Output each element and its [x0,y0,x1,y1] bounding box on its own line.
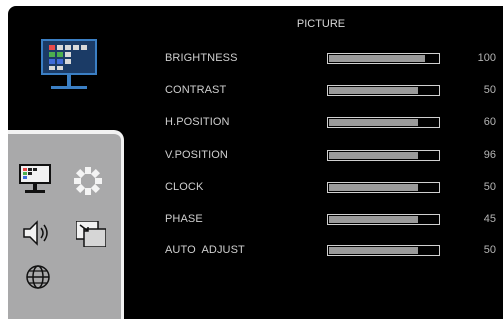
clock-level-fill [329,184,419,191]
clock-value: 50 [483,181,496,193]
label-brightness: BRIGHTNESS [165,52,238,64]
input-source-icon[interactable] [76,221,106,247]
v-position-value: 96 [483,149,496,161]
contrast-slider[interactable] [327,85,440,96]
language-globe-icon[interactable] [25,264,51,290]
label-auto-adjust: AUTO ADJUST [165,244,245,256]
osd-window: PICTURE BRIGHTNESS 100 CONTRAST 50 H.POS… [0,0,503,319]
menu-title: PICTURE [296,18,346,30]
brightness-value: 100 [477,52,496,64]
clock-slider[interactable] [327,182,440,193]
auto-adjust-value: 50 [483,244,496,256]
picture-icon[interactable] [19,164,51,194]
brightness-slider[interactable] [327,53,440,64]
auto-adjust-slider[interactable] [327,245,440,256]
v-position-level-fill [329,152,419,159]
label-h-position: H.POSITION [165,116,230,128]
auto-adjust-level-fill [329,247,419,254]
label-clock: CLOCK [165,181,204,193]
brightness-level-fill [329,55,425,62]
v-position-slider[interactable] [327,150,440,161]
label-v-position: V.POSITION [165,149,228,161]
picture-category-icon [41,39,97,89]
label-phase: PHASE [165,213,203,225]
contrast-level-fill [329,87,419,94]
contrast-value: 50 [483,84,496,96]
sidebar-menu [8,130,124,319]
phase-level-fill [329,216,419,223]
osd-panel: PICTURE BRIGHTNESS 100 CONTRAST 50 H.POS… [8,6,503,319]
audio-speaker-icon[interactable] [22,219,52,247]
phase-slider[interactable] [327,214,440,225]
settings-gear-icon[interactable] [74,167,102,195]
h-position-level-fill [329,119,419,126]
phase-value: 45 [483,213,496,225]
h-position-value: 60 [483,116,496,128]
h-position-slider[interactable] [327,117,440,128]
label-contrast: CONTRAST [165,84,227,96]
